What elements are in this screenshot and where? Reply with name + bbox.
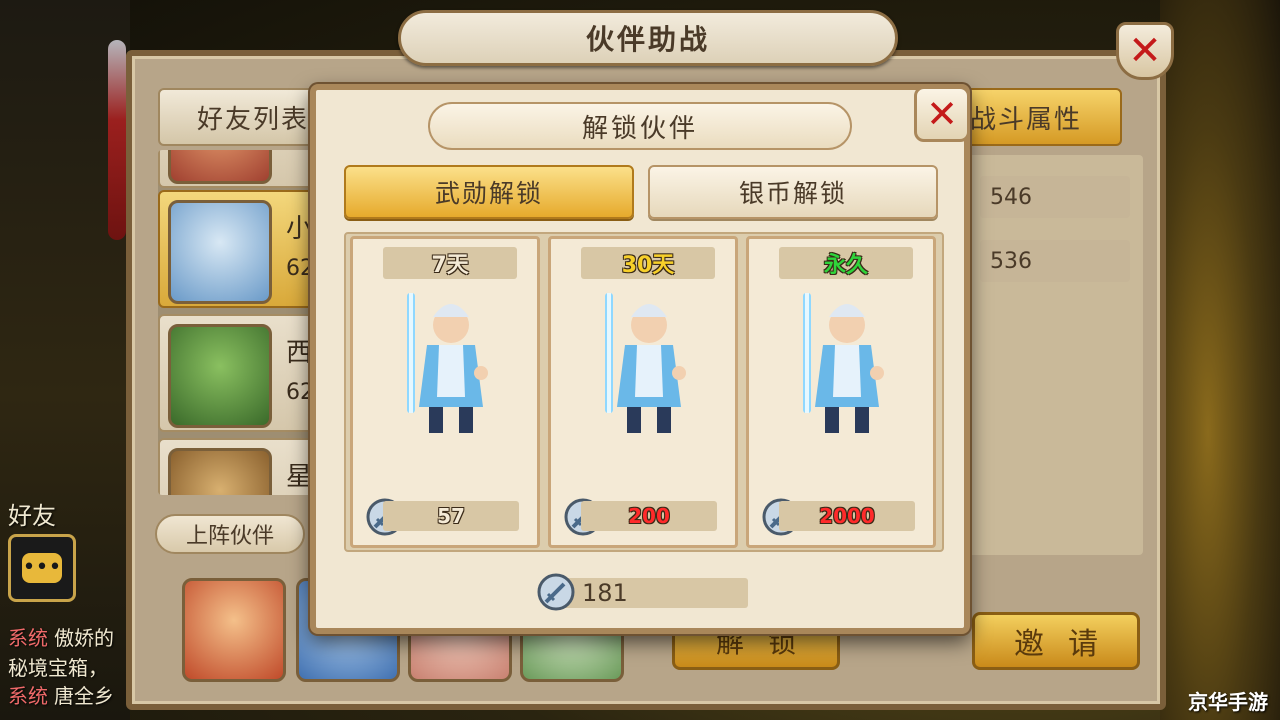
chat-text: 傲娇的 bbox=[54, 626, 114, 650]
avatar bbox=[168, 150, 272, 184]
avatar bbox=[168, 324, 272, 428]
unlock-option-7-days[interactable]: 7天 57 bbox=[350, 236, 540, 548]
price-value: 200 bbox=[581, 501, 717, 531]
duration-label: 7天 bbox=[383, 247, 517, 279]
watermark: 京华手游 bbox=[1188, 690, 1268, 714]
close-icon: ✕ bbox=[926, 92, 958, 136]
chat-tag: 系统 bbox=[8, 684, 48, 708]
friend-name: 小 bbox=[286, 214, 313, 244]
hero-figure bbox=[803, 293, 884, 433]
chat-text: 唐全乡 bbox=[54, 684, 114, 708]
duration-label: 永久 bbox=[779, 247, 913, 279]
panel-title: 伙伴助战 bbox=[398, 10, 898, 66]
chat-tag: 系统 bbox=[8, 626, 48, 650]
avatar bbox=[168, 448, 272, 495]
duration-label: 30天 bbox=[581, 247, 715, 279]
dialog-title: 解锁伙伴 bbox=[428, 102, 852, 150]
friend-name: 西 bbox=[286, 338, 313, 368]
unlock-option-permanent[interactable]: 永久 2000 bbox=[746, 236, 936, 548]
price-value: 2000 bbox=[779, 501, 915, 531]
friends-side-label: 好友 bbox=[8, 502, 56, 530]
dialog-close-button[interactable]: ✕ bbox=[914, 86, 970, 142]
unlock-option-30-days[interactable]: 30天 200 bbox=[548, 236, 738, 548]
invite-button[interactable]: 邀请 bbox=[972, 612, 1140, 670]
price-value: 57 bbox=[383, 501, 519, 531]
panel-close-button[interactable]: ✕ bbox=[1116, 22, 1174, 80]
close-icon: ✕ bbox=[1128, 28, 1162, 74]
sword-medal-icon bbox=[537, 573, 575, 611]
stat-value: 546 bbox=[980, 176, 1130, 218]
avatar bbox=[168, 200, 272, 304]
currency-balance: 181 bbox=[560, 578, 748, 608]
friend-name: 星 bbox=[286, 462, 313, 492]
chat-button[interactable]: ••• bbox=[8, 534, 76, 602]
stat-value: 536 bbox=[980, 240, 1130, 282]
hero-figure bbox=[407, 293, 488, 433]
chat-message: 系统 唐全乡 bbox=[8, 680, 114, 709]
lineup-label: 上阵伙伴 bbox=[155, 514, 305, 554]
decorative-tassel bbox=[108, 40, 126, 240]
chat-text: 秘境宝箱， bbox=[8, 656, 108, 680]
hero-figure bbox=[605, 293, 686, 433]
lineup-slot[interactable] bbox=[182, 578, 286, 682]
chat-bubble-icon: ••• bbox=[22, 553, 62, 583]
tab-merit-unlock[interactable]: 武勋解锁 bbox=[344, 165, 634, 219]
background-scene-right bbox=[1160, 0, 1280, 720]
chat-message: 秘境宝箱， bbox=[8, 652, 108, 681]
tab-silver-unlock[interactable]: 银币解锁 bbox=[648, 165, 938, 219]
chat-message: 系统 傲娇的 bbox=[8, 622, 114, 651]
